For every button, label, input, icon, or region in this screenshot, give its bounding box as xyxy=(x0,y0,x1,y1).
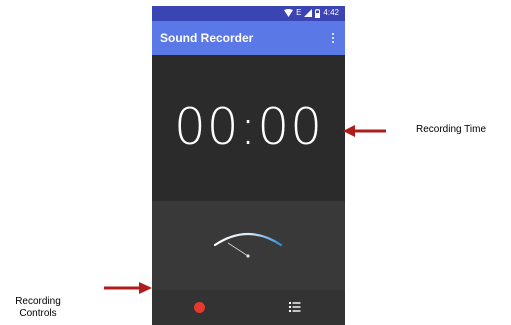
level-meter-icon xyxy=(213,233,283,258)
signal-icon xyxy=(304,9,313,17)
arrow-to-recording-time xyxy=(343,125,386,137)
recording-time-panel: 00:00 xyxy=(152,55,345,201)
record-button[interactable] xyxy=(194,302,205,313)
recording-timer: 00:00 xyxy=(173,98,324,156)
status-time: 4:42 xyxy=(323,8,339,17)
level-meter-panel xyxy=(152,201,345,290)
arrow-to-recording-controls xyxy=(104,282,152,294)
status-bar: E 4:42 xyxy=(152,6,345,21)
app-bar: Sound Recorder xyxy=(152,21,345,55)
overflow-menu-icon[interactable] xyxy=(327,30,339,46)
app-title: Sound Recorder xyxy=(160,31,254,45)
recording-controls-annotation: Recording Controls xyxy=(15,296,61,319)
network-type-label: E xyxy=(296,8,302,17)
recording-time-annotation: Recording Time xyxy=(416,124,487,135)
wifi-icon xyxy=(284,9,294,17)
battery-icon xyxy=(315,8,321,18)
list-icon[interactable] xyxy=(288,300,302,314)
recording-controls-bar xyxy=(152,290,345,325)
phone-screen: E 4:42 Sound Recorder 00:00 xyxy=(152,6,345,325)
